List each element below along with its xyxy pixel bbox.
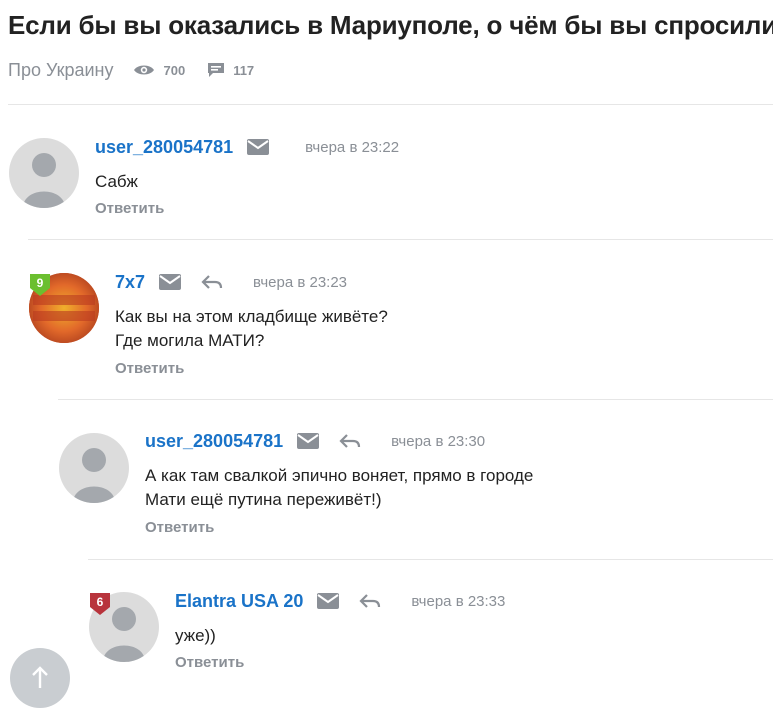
comment-text-line: Мати ещё путина переживёт!) [145, 490, 382, 509]
comment-text-line: Где могила МАТИ? [115, 331, 265, 350]
username-link[interactable]: 7x7 [115, 272, 145, 293]
reply-button[interactable]: Ответить [115, 360, 184, 377]
level-badge: 9 [29, 273, 51, 297]
divider [28, 239, 773, 240]
username-link[interactable]: user_280054781 [95, 137, 233, 158]
comment-text-line: Как вы на этом кладбище живёте? [115, 307, 388, 326]
level-badge: 6 [89, 592, 111, 616]
comment-text-line: А как там свалкой эпично воняет, прямо в… [145, 466, 534, 485]
reply-button[interactable]: Ответить [95, 200, 164, 217]
comment-text: Сабж [95, 172, 138, 191]
mail-icon[interactable] [297, 433, 320, 449]
comment-text: уже)) [175, 626, 216, 645]
reply-arrow-icon[interactable] [339, 433, 361, 449]
avatar[interactable] [9, 138, 79, 208]
reply-arrow-icon[interactable] [201, 274, 223, 290]
timestamp: вчера в 23:22 [305, 138, 400, 156]
arrow-up-icon [31, 666, 49, 690]
comment: 6 Elantra USA 20 вчера в 23:33 уже)) Отв… [0, 0, 773, 671]
reply-button[interactable]: Ответить [175, 654, 244, 671]
divider [88, 559, 773, 560]
divider [58, 399, 773, 400]
timestamp: вчера в 23:33 [411, 592, 506, 610]
timestamp: вчера в 23:30 [391, 432, 486, 450]
username-link[interactable]: user_280054781 [145, 431, 283, 452]
reply-arrow-icon[interactable] [359, 593, 381, 609]
mail-icon[interactable] [159, 274, 182, 290]
mail-icon[interactable] [317, 593, 340, 609]
reply-button[interactable]: Ответить [145, 519, 214, 536]
username-link[interactable]: Elantra USA 20 [175, 591, 303, 612]
mail-icon[interactable] [247, 139, 270, 155]
avatar[interactable] [59, 433, 129, 503]
scroll-to-top-button[interactable] [10, 648, 70, 708]
timestamp: вчера в 23:23 [253, 273, 348, 291]
